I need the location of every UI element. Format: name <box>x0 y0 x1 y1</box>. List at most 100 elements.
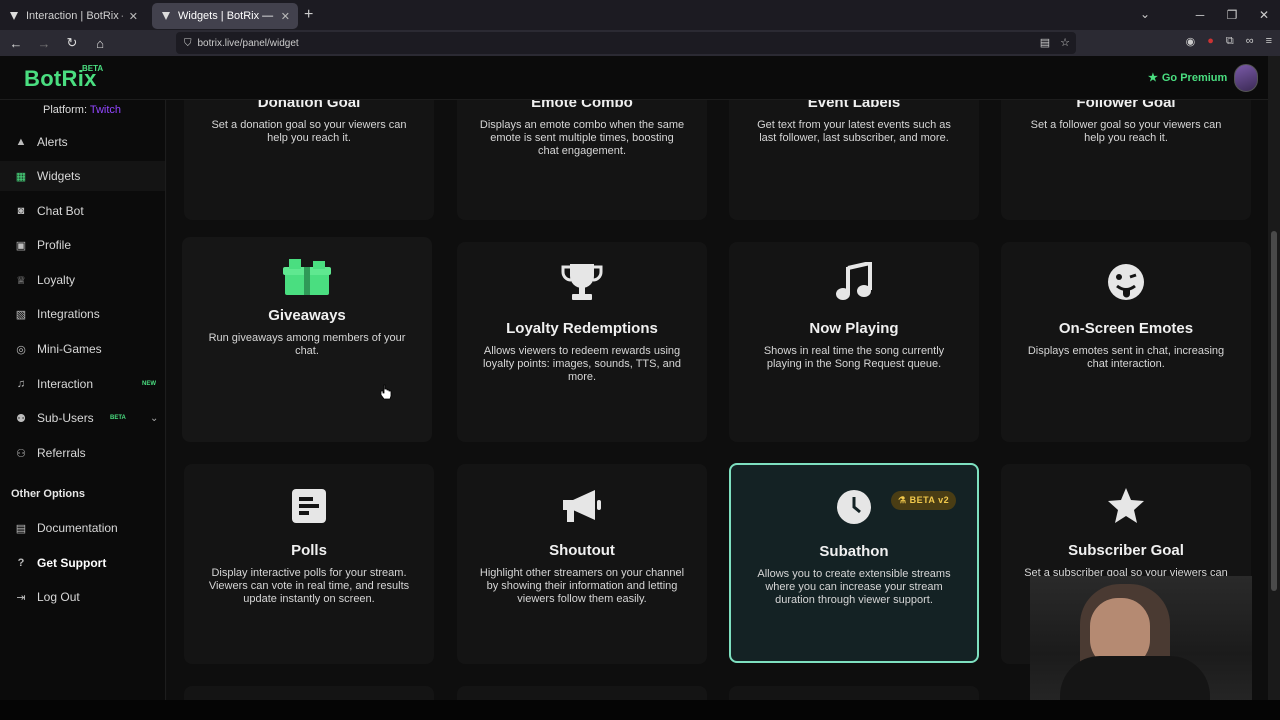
other-options-heading: Other Options <box>11 488 85 500</box>
widget-description: Allows viewers to redeem rewards using l… <box>483 345 681 383</box>
music-note-icon <box>729 262 979 302</box>
widget-title: Loyalty Redemptions <box>506 320 658 337</box>
widget-title: Event Labels <box>807 100 901 111</box>
close-tab-icon[interactable]: ✕ <box>129 10 138 23</box>
botrix-favicon-icon <box>10 12 18 20</box>
users-icon: ⚉ <box>16 412 26 425</box>
sidebar-item-label: Sub-Users <box>37 411 94 425</box>
logout-icon: ⇥ <box>16 591 26 604</box>
widget-card-polls[interactable]: Polls Display interactive polls for your… <box>184 464 434 664</box>
sidebar-item-label: Mini-Games <box>37 342 102 356</box>
sidebar-item-referrals[interactable]: ⚇ Referrals <box>0 438 165 468</box>
beta-v2-label: BETA v2 <box>909 495 950 505</box>
question-icon: ? <box>17 557 25 569</box>
sidebar-item-mini-games[interactable]: ◎ Mini-Games <box>0 334 165 364</box>
close-tab-icon[interactable]: ✕ <box>281 10 290 23</box>
widget-card-on-screen-emotes[interactable]: On-Screen Emotes Displays emotes sent in… <box>1001 242 1251 442</box>
widget-description: Shows in real time the song currently pl… <box>763 345 945 370</box>
widget-description: Displays emotes sent in chat, increasing… <box>1027 345 1225 370</box>
window-close-icon[interactable]: ✕ <box>1248 8 1280 22</box>
url-text: botrix.live/panel/widget <box>197 37 299 49</box>
go-premium-label: Go Premium <box>1161 71 1228 84</box>
widget-card-giveaways[interactable]: Giveaways Run giveaways among members of… <box>182 237 432 442</box>
sidebar-item-label: Profile <box>37 238 72 252</box>
platform-value: Twitch <box>89 104 122 116</box>
sidebar-item-loyalty[interactable]: ♕ Loyalty <box>0 265 165 295</box>
star-icon: ★ <box>1148 72 1158 84</box>
menu-icon[interactable]: ≡ <box>1266 35 1272 48</box>
widget-card-loyalty-redemptions[interactable]: Loyalty Redemptions Allows viewers to re… <box>457 242 707 442</box>
widget-card-partial[interactable] <box>457 686 707 700</box>
sidebar-item-interaction[interactable]: ♫ Interaction NEW <box>0 369 165 399</box>
list-all-tabs-icon[interactable]: ⌄ <box>1140 7 1150 21</box>
trophy-icon <box>457 262 707 302</box>
sidebar-item-alerts[interactable]: ▲ Alerts <box>0 127 165 157</box>
webcam-overlay <box>1030 576 1252 706</box>
sidebar-item-documentation[interactable]: ▤ Documentation <box>0 513 165 543</box>
sidebar-item-sub-users[interactable]: ⚉ Sub-Users BETA ⌄ <box>0 403 165 433</box>
new-badge: NEW <box>142 381 156 387</box>
address-bar[interactable]: ⛉ botrix.live/panel/widget ▤ ☆ <box>176 32 1076 54</box>
sidebar-item-widgets[interactable]: ▦ Widgets <box>0 161 165 191</box>
widget-card-donation-goal[interactable]: Donation Goal Set a donation goal so you… <box>184 100 434 220</box>
sidebar-item-label: Get Support <box>37 556 107 570</box>
go-premium-button[interactable]: ★ Go Premium <box>1148 71 1228 85</box>
widget-title: Shoutout <box>549 542 615 559</box>
reader-view-icon[interactable]: ▤ <box>1040 36 1050 49</box>
widget-card-shoutout[interactable]: Shoutout Highlight other streamers on yo… <box>457 464 707 664</box>
star-icon <box>1001 486 1251 526</box>
back-icon[interactable]: ← <box>4 31 28 55</box>
widget-card-partial[interactable] <box>729 686 979 700</box>
home-icon[interactable]: ⌂ <box>88 31 112 55</box>
hand-cursor-icon <box>380 384 392 400</box>
ublock-icon[interactable]: ● <box>1207 35 1214 48</box>
minimize-icon[interactable]: ─ <box>1184 8 1216 22</box>
widget-card-partial[interactable] <box>184 686 434 700</box>
bookmark-star-icon[interactable]: ☆ <box>1060 36 1070 49</box>
widget-card-event-labels[interactable]: Event Labels Get text from your latest e… <box>729 100 979 220</box>
reload-icon[interactable]: ↻ <box>60 31 84 55</box>
account-icon[interactable]: ◉ <box>1186 35 1196 48</box>
platform-label: Platform: <box>43 104 88 116</box>
botrix-favicon-icon <box>162 12 170 20</box>
browser-tab-interaction[interactable]: Interaction | BotRix — Cloud Stre ✕ <box>0 3 146 29</box>
sidebar-item-log-out[interactable]: ⇥ Log Out <box>0 582 165 612</box>
platform-indicator: Platform: Twitch <box>43 104 121 116</box>
browser-tab-widgets[interactable]: Widgets | BotRix — Cloud Strea ✕ <box>152 3 298 29</box>
widget-title: Now Playing <box>809 320 899 337</box>
sidebar-item-get-support[interactable]: ? Get Support <box>0 548 165 578</box>
widget-title: Giveaways <box>268 307 346 324</box>
widget-title: Subscriber Goal <box>1068 542 1184 559</box>
forward-icon[interactable]: → <box>32 31 56 55</box>
restore-icon[interactable]: ❐ <box>1216 8 1248 22</box>
sidebar-item-profile[interactable]: ▣ Profile <box>0 230 165 260</box>
id-card-icon: ▣ <box>15 239 27 252</box>
widget-card-emote-combo[interactable]: Emote Combo Displays an emote combo when… <box>457 100 707 220</box>
new-tab-icon[interactable]: + <box>304 6 313 24</box>
beta-badge: BETA <box>110 415 126 421</box>
sidebar-item-integrations[interactable]: ▧ Integrations <box>0 299 165 329</box>
widget-card-follower-goal[interactable]: Follower Goal Set a follower goal so you… <box>1001 100 1251 220</box>
extension-glasses-icon[interactable]: ∞ <box>1246 35 1254 48</box>
widget-description: Set a follower goal so your viewers can … <box>1030 119 1222 144</box>
emoji-icon <box>1001 262 1251 302</box>
avatar[interactable] <box>1234 64 1258 92</box>
extensions-icon[interactable]: ⧉ <box>1226 35 1234 48</box>
sidebar-item-chat-bot[interactable]: ◙ Chat Bot <box>0 196 165 226</box>
gamepad-icon: ◎ <box>16 343 26 356</box>
sidebar-item-label: Widgets <box>37 169 81 183</box>
sidebar-item-label: Loyalty <box>37 273 76 287</box>
poll-icon <box>184 486 434 526</box>
page-scrollbar[interactable] <box>1268 56 1280 700</box>
sidebar-item-label: Integrations <box>37 307 100 321</box>
widget-card-subathon[interactable]: ⚗ BETA v2 Subathon Allows you to create … <box>729 463 979 663</box>
scrollbar-thumb[interactable] <box>1271 231 1277 591</box>
chevron-down-icon[interactable]: ⌄ <box>150 413 158 424</box>
widget-description: Set a donation goal so your viewers can … <box>211 119 407 144</box>
widget-description: Highlight other streamers on your channe… <box>479 567 685 605</box>
warning-icon: ▲ <box>15 136 27 148</box>
sidebar-item-label: Documentation <box>37 521 118 535</box>
bottom-bar <box>0 700 1280 720</box>
widget-card-now-playing[interactable]: Now Playing Shows in real time the song … <box>729 242 979 442</box>
beta-v2-badge: ⚗ BETA v2 <box>891 491 957 510</box>
